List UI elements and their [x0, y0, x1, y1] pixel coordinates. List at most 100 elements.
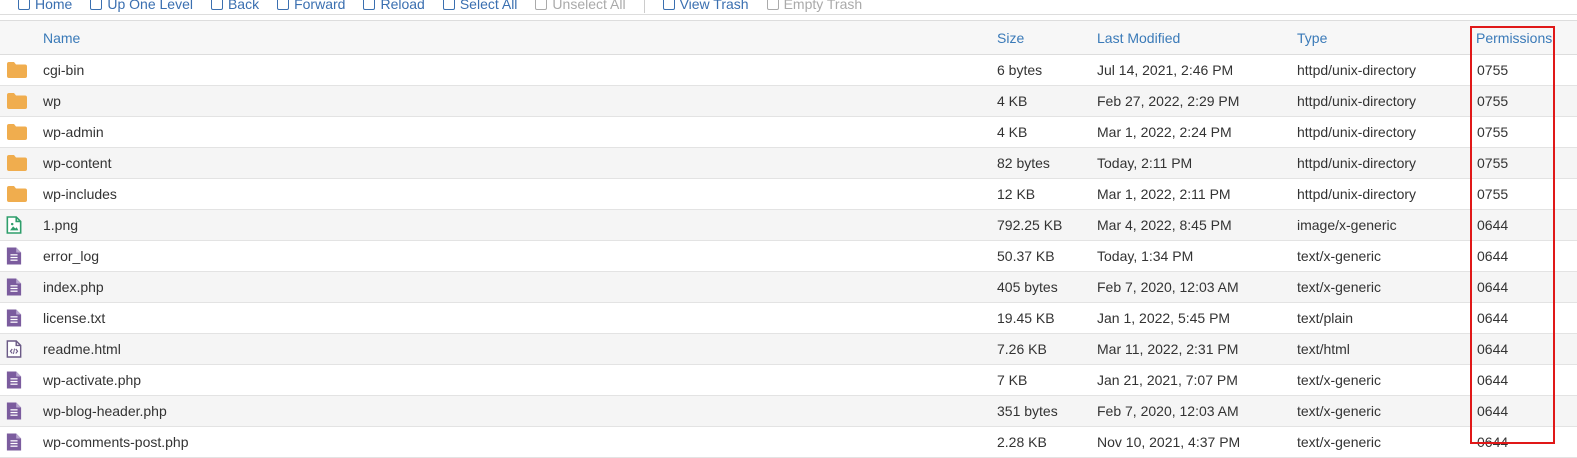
column-header-name[interactable]: Name [43, 21, 80, 54]
file-name[interactable]: wp [43, 86, 61, 116]
table-row[interactable]: wp-activate.php 7 KB Jan 21, 2021, 7:07 PM… [0, 365, 1577, 396]
text-file-icon [6, 427, 30, 457]
text-file-icon [6, 365, 30, 395]
folder-icon [6, 55, 30, 85]
folder-icon [6, 117, 30, 147]
file-type: text/x-generic [1297, 248, 1382, 264]
file-name[interactable]: wp-includes [43, 179, 117, 209]
file-name[interactable]: wp-activate.php [43, 365, 141, 395]
file-type: httpd/unix-directory [1297, 124, 1417, 140]
file-type: text/x-generic [1297, 279, 1382, 295]
file-name[interactable]: wp-content [43, 148, 111, 178]
file-size: 7.26 KB [997, 341, 1047, 357]
toolbar-item-label: Reload [380, 0, 425, 12]
table-row[interactable]: cgi-bin 6 bytes Jul 14, 2021, 2:46 PM httpd… [0, 55, 1577, 86]
column-header-type[interactable]: Type [1297, 21, 1327, 54]
table-row[interactable]: 1.png 792.25 KB Mar 4, 2022, 8:45 PM image/… [0, 210, 1577, 241]
file-type: text/html [1297, 341, 1350, 357]
file-type: httpd/unix-directory [1297, 93, 1417, 109]
toolbar-item-label: View Trash [679, 0, 749, 12]
file-name[interactable]: readme.html [43, 334, 121, 364]
toolbar-home-button[interactable]: Home [18, 0, 72, 12]
file-name[interactable]: 1.png [43, 210, 78, 240]
table-row[interactable]: wp-includes 12 KB Mar 1, 2022, 2:11 PM http… [0, 179, 1577, 210]
file-name[interactable]: error_log [43, 241, 99, 271]
file-name[interactable]: wp-admin [43, 117, 104, 147]
file-last-modified: Today, 1:34 PM [1097, 248, 1194, 264]
table-header-row: Name Size Last Modified Type Permissions [0, 20, 1577, 55]
table-row[interactable]: wp 4 KB Feb 27, 2022, 2:29 PM httpd/unix-di… [0, 86, 1577, 117]
file-size: 792.25 KB [997, 217, 1063, 233]
file-size: 19.45 KB [997, 310, 1055, 326]
file-permissions: 0644 [1477, 279, 1509, 295]
file-permissions: 0644 [1477, 248, 1509, 264]
file-size: 4 KB [997, 124, 1028, 140]
folder-icon [6, 86, 30, 116]
table-row[interactable]: readme.html 7.26 KB Mar 11, 2022, 2:31 PM t… [0, 334, 1577, 365]
toolbar-item-label: Empty Trash [783, 0, 863, 12]
file-permissions: 0644 [1477, 434, 1509, 450]
file-size: 7 KB [997, 372, 1028, 388]
file-last-modified: Mar 11, 2022, 2:31 PM [1097, 341, 1239, 357]
file-last-modified: Mar 4, 2022, 8:45 PM [1097, 217, 1232, 233]
table-row[interactable]: wp-content 82 bytes Today, 2:11 PM httpd/un… [0, 148, 1577, 179]
trash-icon [766, 0, 779, 10]
toolbar-item-label: Up One Level [107, 0, 193, 12]
folder-icon [6, 148, 30, 178]
file-size: 12 KB [997, 186, 1036, 202]
file-last-modified: Today, 2:11 PM [1097, 155, 1193, 171]
checkbox-empty-icon [535, 0, 548, 10]
toolbar-item-label: Forward [294, 0, 346, 12]
arrow-right-icon [277, 0, 290, 10]
file-name[interactable]: cgi-bin [43, 55, 84, 85]
file-size: 82 bytes [997, 155, 1050, 171]
toolbar-empty-trash-button[interactable]: Empty Trash [766, 0, 863, 12]
toolbar-up-one-level-button[interactable]: Up One Level [90, 0, 193, 12]
column-header-last-modified[interactable]: Last Modified [1097, 21, 1180, 54]
toolbar-unselect-all-button[interactable]: Unselect All [535, 0, 626, 12]
table-row[interactable]: wp-admin 4 KB Mar 1, 2022, 2:24 PM httpd/un… [0, 117, 1577, 148]
file-type: httpd/unix-directory [1297, 155, 1417, 171]
folder-icon [6, 179, 30, 209]
file-type: text/x-generic [1297, 372, 1382, 388]
file-name[interactable]: index.php [43, 272, 104, 302]
file-type: text/plain [1297, 310, 1354, 326]
table-row[interactable]: license.txt 19.45 KB Jan 1, 2022, 5:45 PM t… [0, 303, 1577, 334]
toolbar-back-button[interactable]: Back [210, 0, 259, 12]
toolbar-view-trash-button[interactable]: View Trash [662, 0, 749, 12]
file-type: httpd/unix-directory [1297, 186, 1417, 202]
file-name[interactable]: wp-blog-header.php [43, 396, 167, 426]
table-row[interactable]: wp-comments-post.php 2.28 KB Nov 10, 2021,… [0, 427, 1577, 458]
table-row[interactable]: index.php 405 bytes Feb 7, 2020, 12:03 AM t… [0, 272, 1577, 303]
toolbar-reload-button[interactable]: Reload [363, 0, 425, 12]
file-name[interactable]: wp-comments-post.php [43, 427, 189, 457]
column-header-permissions[interactable]: Permissions [1476, 21, 1552, 54]
column-header-size[interactable]: Size [997, 21, 1024, 54]
toolbar-separator [643, 0, 645, 13]
toolbar-select-all-button[interactable]: Select All [442, 0, 517, 12]
file-permissions: 0644 [1477, 403, 1509, 419]
checkbox-checked-icon [442, 0, 455, 10]
file-type: text/x-generic [1297, 403, 1382, 419]
file-permissions: 0755 [1477, 124, 1509, 140]
toolbar-item-label: Home [35, 0, 73, 12]
file-type: image/x-generic [1297, 217, 1397, 233]
arrow-left-icon [210, 0, 223, 10]
table-row[interactable]: error_log 50.37 KB Today, 1:34 PM text/x-ge… [0, 241, 1577, 272]
code-file-icon [6, 334, 30, 364]
file-last-modified: Jan 21, 2021, 7:07 PM [1097, 372, 1238, 388]
file-size: 6 bytes [997, 62, 1043, 78]
level-up-icon [90, 0, 103, 10]
file-last-modified: Mar 1, 2022, 2:11 PM [1097, 186, 1231, 202]
file-name[interactable]: license.txt [43, 303, 105, 333]
file-type: text/x-generic [1297, 434, 1382, 450]
file-last-modified: Feb 7, 2020, 12:03 AM [1097, 403, 1239, 419]
file-size: 351 bytes [997, 403, 1058, 419]
file-permissions: 0644 [1477, 310, 1509, 326]
toolbar-forward-button[interactable]: Forward [277, 0, 345, 12]
file-last-modified: Feb 7, 2020, 12:03 AM [1097, 279, 1239, 295]
image-file-icon [6, 210, 30, 240]
table-row[interactable]: wp-blog-header.php 351 bytes Feb 7, 2020, … [0, 396, 1577, 427]
file-permissions: 0644 [1477, 372, 1509, 388]
file-permissions: 0755 [1477, 186, 1509, 202]
